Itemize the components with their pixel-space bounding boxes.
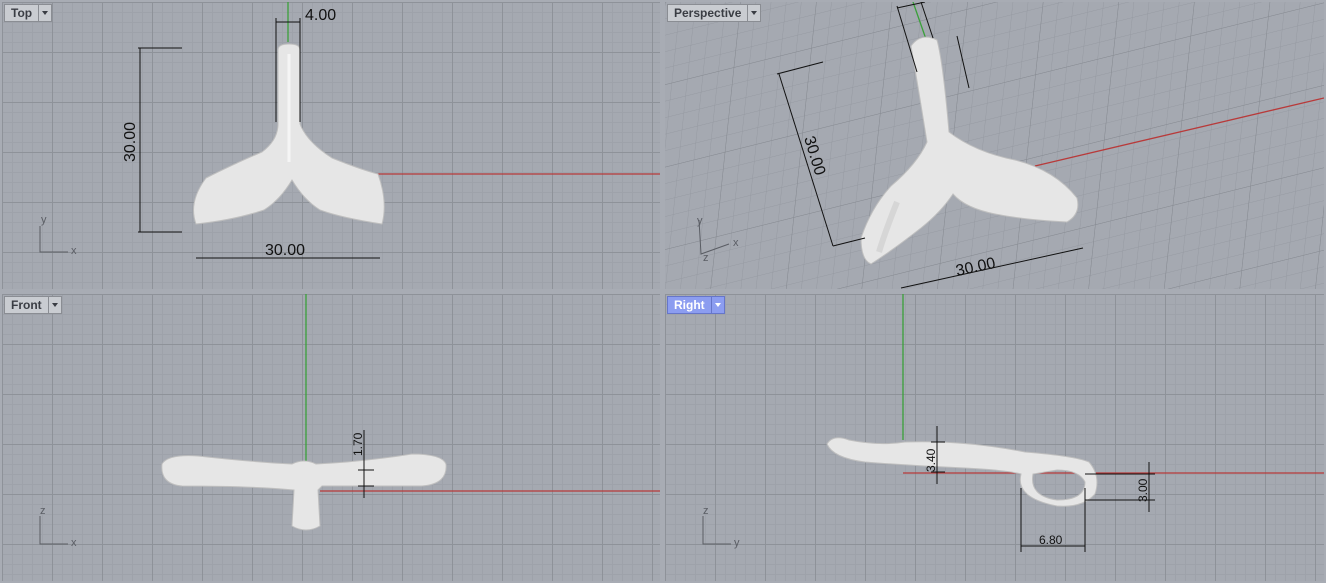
axis-icon — [702, 516, 731, 545]
viewport-title-perspective: Perspective — [674, 6, 742, 20]
axis-icon — [39, 516, 68, 545]
tab-top[interactable]: Top — [4, 4, 53, 22]
svg-text:z: z — [40, 505, 46, 517]
dim-top-span: 30.00 — [265, 242, 305, 259]
dim-right-height: 3.40 — [924, 448, 938, 472]
dim-front-thickness: 1.70 — [351, 432, 365, 456]
svg-text:y: y — [734, 537, 740, 549]
perspective-scene: 30.00 30.00 y x z — [665, 2, 1324, 289]
axis-icon — [39, 226, 68, 253]
dim-right-loop-height: 3.00 — [1136, 478, 1150, 502]
viewport-front[interactable]: 1.70 z x Front — [2, 294, 660, 581]
viewport-title-top: Top — [11, 6, 33, 20]
viewport-title-right: Right — [674, 298, 705, 312]
right-scene: 3.40 3.00 6.80 z y — [702, 294, 1324, 552]
dim-top-height: 30.00 — [122, 122, 139, 162]
whale-tail-model — [161, 453, 447, 531]
chevron-down-icon[interactable] — [710, 297, 724, 313]
viewport-perspective[interactable]: 30.00 30.00 y x z Perspective — [665, 2, 1324, 289]
chevron-down-icon[interactable] — [747, 5, 760, 21]
top-scene: 4.00 30.00 30.00 y x — [39, 2, 660, 259]
svg-text:x: x — [71, 537, 77, 549]
svg-text:y: y — [697, 215, 703, 227]
dim-right-loop-width: 6.80 — [1039, 533, 1063, 547]
tab-right[interactable]: Right — [667, 296, 725, 314]
whale-tail-model — [826, 437, 1098, 507]
tab-perspective[interactable]: Perspective — [667, 4, 762, 22]
svg-text:z: z — [703, 252, 709, 264]
viewport-right[interactable]: 3.40 3.00 6.80 z y Right — [665, 294, 1324, 581]
viewport-title-front: Front — [11, 298, 42, 312]
svg-text:x: x — [71, 245, 77, 257]
dim-top-width: 4.00 — [305, 7, 336, 24]
svg-text:y: y — [41, 214, 47, 226]
front-scene: 1.70 z x — [39, 294, 660, 549]
svg-text:z: z — [703, 505, 709, 517]
svg-text:x: x — [733, 237, 739, 249]
chevron-down-icon[interactable] — [47, 297, 61, 313]
chevron-down-icon[interactable] — [38, 5, 51, 21]
tab-front[interactable]: Front — [4, 296, 62, 314]
viewport-top[interactable]: 4.00 30.00 30.00 y x Top — [2, 2, 660, 289]
